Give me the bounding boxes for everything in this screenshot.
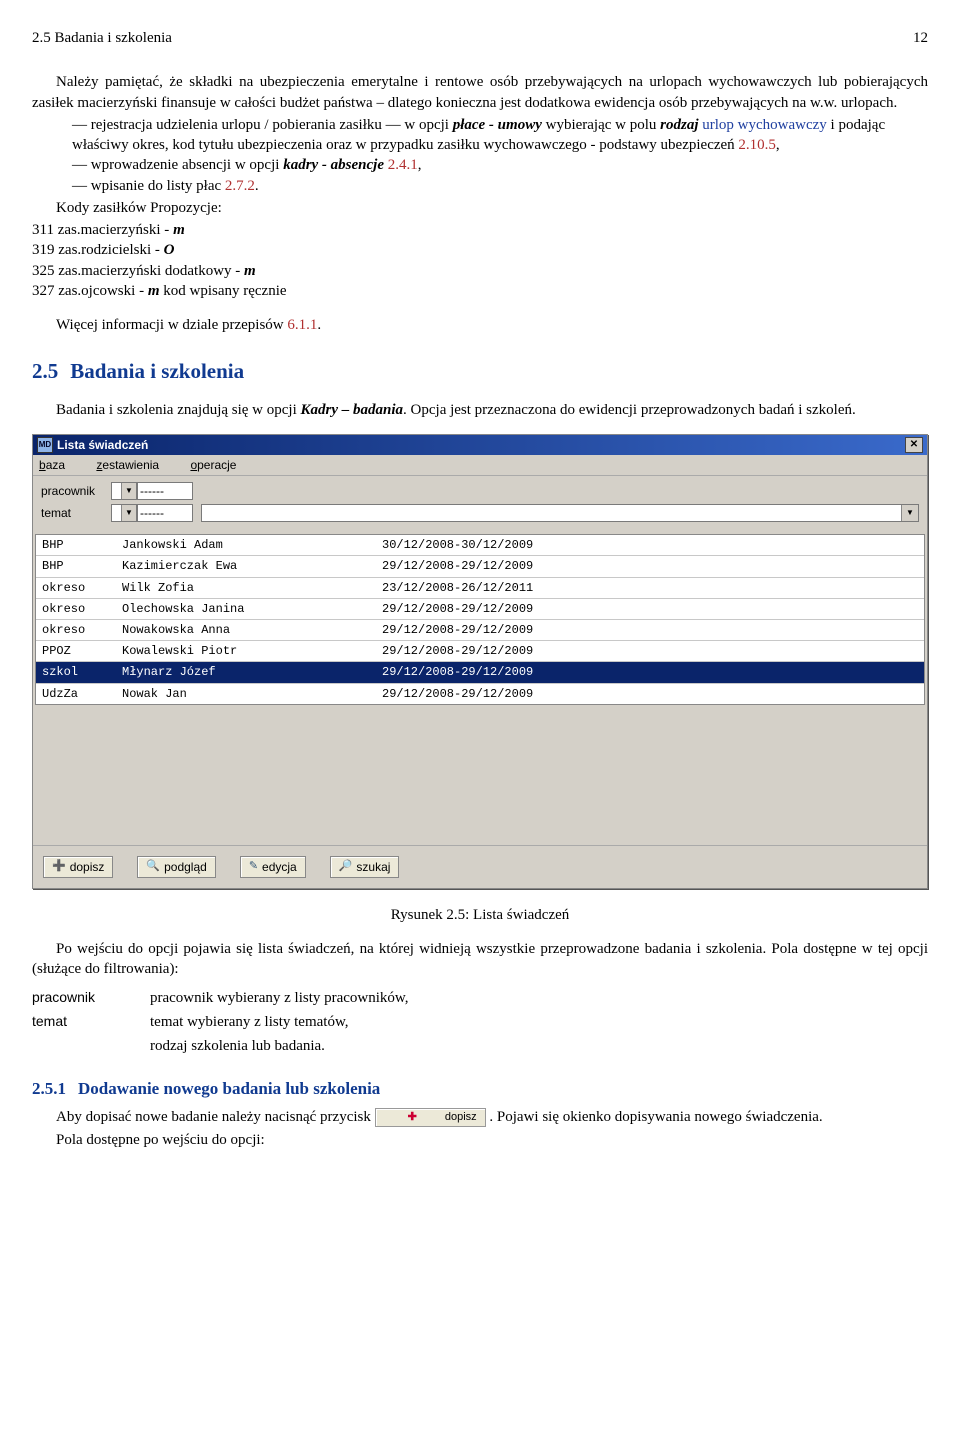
col-name: Kazimierczak Ewa: [122, 558, 382, 574]
table-row[interactable]: okresoNowakowska Anna29/12/2008-29/12/20…: [36, 619, 924, 640]
window-title: Lista świadczeń: [57, 437, 148, 453]
kody-item: 325 zas.macierzyński dodatkowy - m: [32, 261, 928, 281]
table-row[interactable]: szkolMłynarz Józef29/12/2008-29/12/2009: [36, 661, 924, 682]
col-name: Wilk Zofia: [122, 580, 382, 596]
dopisz-inline-button[interactable]: ✚dopisz: [375, 1108, 486, 1127]
title-bar: MD Lista świadczeń ✕: [33, 435, 927, 455]
col-name: Kowalewski Piotr: [122, 643, 382, 659]
kody-item: 327 zas.ojcowski - m kod wpisany ręcznie: [32, 281, 928, 301]
kody-item: 311 zas.macierzyński - m: [32, 220, 928, 240]
bullet-list: rejestracja udzielenia urlopu / pobieran…: [32, 115, 928, 196]
col-type: BHP: [42, 537, 122, 553]
menu-bar: baza zestawienia operacje: [33, 455, 927, 476]
table-row[interactable]: BHPKazimierczak Ewa29/12/2008-29/12/2009: [36, 555, 924, 576]
col-type: okreso: [42, 580, 122, 596]
podgląd-button[interactable]: 🔍podgląd: [137, 856, 215, 878]
szukaj-icon: 🔎: [339, 859, 353, 874]
menu-item-operacje[interactable]: operacje: [190, 458, 250, 472]
col-dates: 29/12/2008-29/12/2009: [382, 601, 918, 617]
edycja-icon: ✎: [249, 859, 258, 874]
definition-table: pracownikpracownik wybierany z listy pra…: [32, 986, 417, 1059]
filter-temat-label: temat: [41, 505, 111, 521]
section-2-5-intro: Badania i szkolenia znajdują się w opcji…: [32, 400, 928, 420]
col-dates: 29/12/2008-29/12/2009: [382, 558, 918, 574]
header-left: 2.5 Badania i szkolenia: [32, 28, 172, 48]
table-row[interactable]: UdzZaNowak Jan29/12/2008-29/12/2009: [36, 683, 924, 704]
button-bar: ➕dopisz 🔍podgląd ✎edycja 🔎szukaj: [33, 845, 927, 888]
intro-paragraph: Należy pamiętać, że składki na ubezpiecz…: [32, 72, 928, 113]
def-row: temattemat wybierany z listy tematów,: [32, 1010, 417, 1034]
col-name: Młynarz Józef: [122, 664, 382, 680]
table-row[interactable]: BHPJankowski Adam30/12/2008-30/12/2009: [36, 535, 924, 555]
def-row: pracownikpracownik wybierany z listy pra…: [32, 986, 417, 1010]
kody-header: Kody zasiłków Propozycje:: [32, 198, 928, 218]
filter-pracownik-label: pracownik: [41, 483, 111, 499]
section-2-5-heading: 2.5Badania i szkolenia: [32, 357, 928, 385]
plus-icon: ✚: [384, 1110, 417, 1125]
podgląd-icon: 🔍: [146, 859, 160, 874]
col-dates: 29/12/2008-29/12/2009: [382, 664, 918, 680]
col-type: UdzZa: [42, 686, 122, 702]
chevron-down-icon: ▼: [121, 483, 136, 499]
dopisz-icon: ➕: [52, 859, 66, 874]
list-area: BHPJankowski Adam30/12/2008-30/12/2009BH…: [35, 534, 925, 705]
sec251-paragraph-2: Pola dostępne po wejściu do opcji:: [32, 1130, 928, 1150]
col-type: BHP: [42, 558, 122, 574]
after-figure-paragraph: Po wejściu do opcji pojawia się lista św…: [32, 939, 928, 980]
filter-temat-combo[interactable]: ▼: [111, 504, 137, 522]
bullet-1: rejestracja udzielenia urlopu / pobieran…: [72, 115, 928, 156]
col-type: szkol: [42, 664, 122, 680]
col-type: okreso: [42, 622, 122, 638]
app-icon: MD: [37, 437, 53, 453]
figure-caption: Rysunek 2.5: Lista świadczeń: [32, 905, 928, 925]
header-page: 12: [913, 28, 928, 48]
edycja-button[interactable]: ✎edycja: [240, 856, 306, 878]
table-row[interactable]: okresoWilk Zofia23/12/2008-26/12/2011: [36, 577, 924, 598]
col-dates: 29/12/2008-29/12/2009: [382, 686, 918, 702]
list-blank-space: [33, 705, 927, 845]
bullet-3: wpisanie do listy płac 2.7.2.: [72, 176, 928, 196]
app-window: MD Lista świadczeń ✕ baza zestawienia op…: [32, 434, 928, 889]
chevron-down-icon: ▼: [121, 505, 136, 521]
col-type: okreso: [42, 601, 122, 617]
col-dates: 29/12/2008-29/12/2009: [382, 622, 918, 638]
kody-list: 311 zas.macierzyński - m 319 zas.rodzici…: [32, 220, 928, 301]
filter-pracownik-value[interactable]: ------: [137, 482, 193, 500]
col-name: Olechowska Janina: [122, 601, 382, 617]
section-2-5-1-heading: 2.5.1Dodawanie nowego badania lub szkole…: [32, 1078, 928, 1101]
szukaj-button[interactable]: 🔎szukaj: [330, 856, 400, 878]
col-type: PPOZ: [42, 643, 122, 659]
filter-temat-value[interactable]: ------: [137, 504, 193, 522]
col-dates: 29/12/2008-29/12/2009: [382, 643, 918, 659]
menu-item-baza[interactable]: baza: [39, 458, 79, 472]
menu-item-zestawienia[interactable]: zestawienia: [96, 458, 173, 472]
running-header: 2.5 Badania i szkolenia 12: [32, 28, 928, 48]
close-icon[interactable]: ✕: [905, 437, 923, 453]
chevron-down-icon: ▼: [901, 505, 918, 521]
col-name: Nowak Jan: [122, 686, 382, 702]
table-row[interactable]: okresoOlechowska Janina29/12/2008-29/12/…: [36, 598, 924, 619]
col-dates: 30/12/2008-30/12/2009: [382, 537, 918, 553]
dopisz-button[interactable]: ➕dopisz: [43, 856, 113, 878]
filter-pracownik-combo[interactable]: ▼: [111, 482, 137, 500]
more-info: Więcej informacji w dziale przepisów 6.1…: [32, 315, 928, 335]
kody-item: 319 zas.rodzicielski - O: [32, 240, 928, 260]
bullet-2: wprowadzenie absencji w opcji kadry - ab…: [72, 155, 928, 175]
col-name: Jankowski Adam: [122, 537, 382, 553]
def-row: rodzaj szkolenia lub badania.: [32, 1034, 417, 1058]
col-dates: 23/12/2008-26/12/2011: [382, 580, 918, 596]
filter-area: pracownik ▼ ------ temat ▼ ------ ▼: [33, 476, 927, 534]
sec251-paragraph-1: Aby dopisać nowe badanie należy nacisnąć…: [32, 1107, 928, 1127]
filter-extra-combo[interactable]: ▼: [201, 504, 919, 522]
table-row[interactable]: PPOZKowalewski Piotr29/12/2008-29/12/200…: [36, 640, 924, 661]
col-name: Nowakowska Anna: [122, 622, 382, 638]
